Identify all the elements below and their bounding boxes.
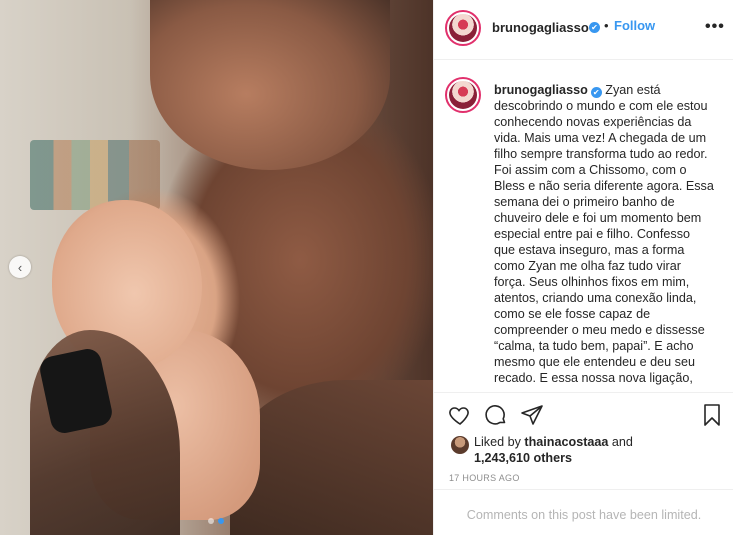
caption-area[interactable]: brunogagliasso ✔ Zyan está descobrindo o …	[434, 61, 733, 392]
bookmark-icon[interactable]	[700, 403, 724, 427]
likes-others[interactable]: 1,243,610 others	[474, 451, 572, 465]
separator-bullet: •	[604, 18, 609, 33]
post-timestamp[interactable]: 17 HOURS AGO	[449, 473, 520, 483]
likes-summary: Liked by thainacostaaa and 1,243,610 oth…	[474, 434, 633, 466]
photo-tattooed-arm	[230, 380, 433, 535]
likes-prefix: Liked by	[474, 435, 525, 449]
caption-text: brunogagliasso ✔ Zyan está descobrindo o …	[494, 82, 714, 386]
photo-background-shelf	[30, 140, 160, 210]
carousel-dot-active	[218, 518, 224, 524]
post-actions: Liked by thainacostaaa and 1,243,610 oth…	[434, 392, 733, 489]
comment-icon[interactable]	[484, 403, 508, 427]
carousel-dots	[208, 518, 224, 524]
chevron-left-icon: ‹	[17, 259, 23, 275]
post-header: brunogagliasso ✔ • Follow •••	[434, 0, 733, 60]
likes-and: and	[608, 435, 633, 449]
verified-icon: ✔	[590, 87, 602, 98]
photo-father-face	[150, 0, 390, 170]
liker-username[interactable]: thainacostaaa	[524, 435, 608, 449]
liker-avatar[interactable]	[451, 436, 469, 454]
caption-body: Zyan está descobrindo o mundo e com ele …	[494, 83, 714, 385]
post-side-panel: brunogagliasso ✔ • Follow ••• brunogagli…	[433, 0, 733, 535]
carousel-prev-button[interactable]: ‹	[9, 256, 31, 278]
heart-icon[interactable]	[448, 403, 472, 427]
follow-button[interactable]: Follow	[614, 18, 655, 33]
caption-username[interactable]: brunogagliasso	[494, 83, 588, 97]
comments-limited-notice: Comments on this post have been limited.	[434, 489, 733, 535]
carousel-dot	[208, 518, 214, 524]
author-avatar[interactable]	[445, 10, 481, 46]
more-icon[interactable]: •••	[705, 18, 725, 36]
post-photo[interactable]: ‹	[0, 0, 433, 535]
author-username[interactable]: brunogagliasso	[492, 20, 589, 35]
share-icon[interactable]	[520, 403, 544, 427]
verified-icon: ✔	[589, 22, 600, 33]
caption-avatar[interactable]	[445, 77, 481, 113]
